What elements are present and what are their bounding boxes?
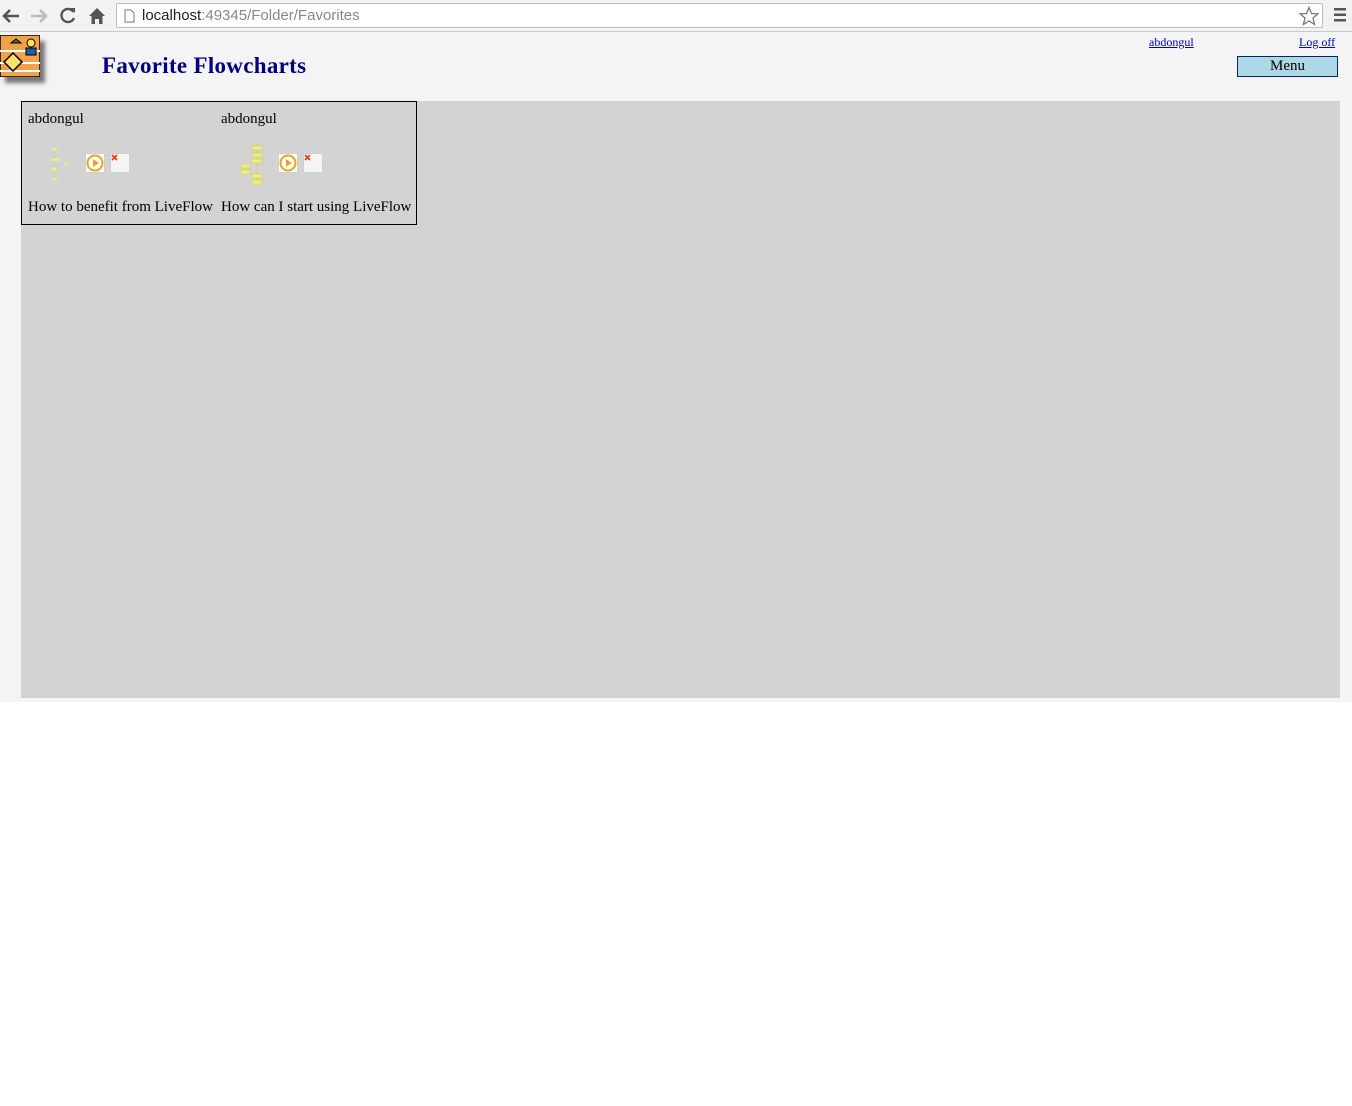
browser-toolbar: localhost:49345/Folder/Favorites: [0, 0, 1352, 32]
flowchart-thumbnail[interactable]: [40, 142, 76, 186]
page-icon: [124, 9, 135, 23]
card-author: abdongul: [221, 111, 277, 127]
card-title[interactable]: How to benefit from LiveFlow: [28, 199, 213, 216]
liveflow-logo-icon: [0, 35, 40, 77]
address-bar[interactable]: localhost:49345/Folder/Favorites: [116, 3, 1323, 28]
favorite-card: abdongul How to benefit from LiveFlow: [22, 102, 215, 224]
play-flowchart-icon[interactable]: [278, 153, 298, 173]
reload-button[interactable]: [57, 5, 79, 27]
url-host: localhost: [142, 7, 202, 24]
app-logo[interactable]: [0, 35, 40, 77]
favorites-table: abdongul How to benefit from LiveFlow ab…: [21, 101, 417, 225]
username-link[interactable]: abdongul: [1149, 35, 1194, 50]
bookmark-star-icon[interactable]: [1299, 6, 1319, 26]
play-flowchart-icon[interactable]: [85, 153, 105, 173]
remove-favorite-icon[interactable]: [110, 153, 130, 173]
url-path: :49345/Folder/Favorites: [201, 7, 360, 24]
content-area: abdongul How to benefit from LiveFlow ab…: [21, 101, 1340, 698]
reload-icon: [60, 7, 76, 24]
forward-button[interactable]: [28, 5, 50, 27]
card-author: abdongul: [28, 111, 84, 127]
card-title[interactable]: How can I start using LiveFlow: [221, 199, 411, 216]
home-icon: [89, 8, 105, 24]
page-title: Favorite Flowcharts: [102, 53, 307, 78]
log-off-link[interactable]: Log off: [1299, 35, 1335, 50]
flowchart-thumbnail[interactable]: [233, 142, 269, 186]
favorite-card: abdongul How can I start using LiveFlow: [215, 102, 416, 224]
remove-favorite-icon[interactable]: [303, 153, 323, 173]
address-text: localhost:49345/Folder/Favorites: [142, 7, 360, 24]
hamburger-menu-icon[interactable]: [1334, 8, 1346, 22]
home-button[interactable]: [86, 5, 108, 27]
back-arrow-icon: [2, 9, 19, 23]
menu-button[interactable]: Menu: [1237, 56, 1338, 77]
back-button[interactable]: [0, 5, 22, 27]
forward-arrow-icon: [31, 9, 48, 23]
